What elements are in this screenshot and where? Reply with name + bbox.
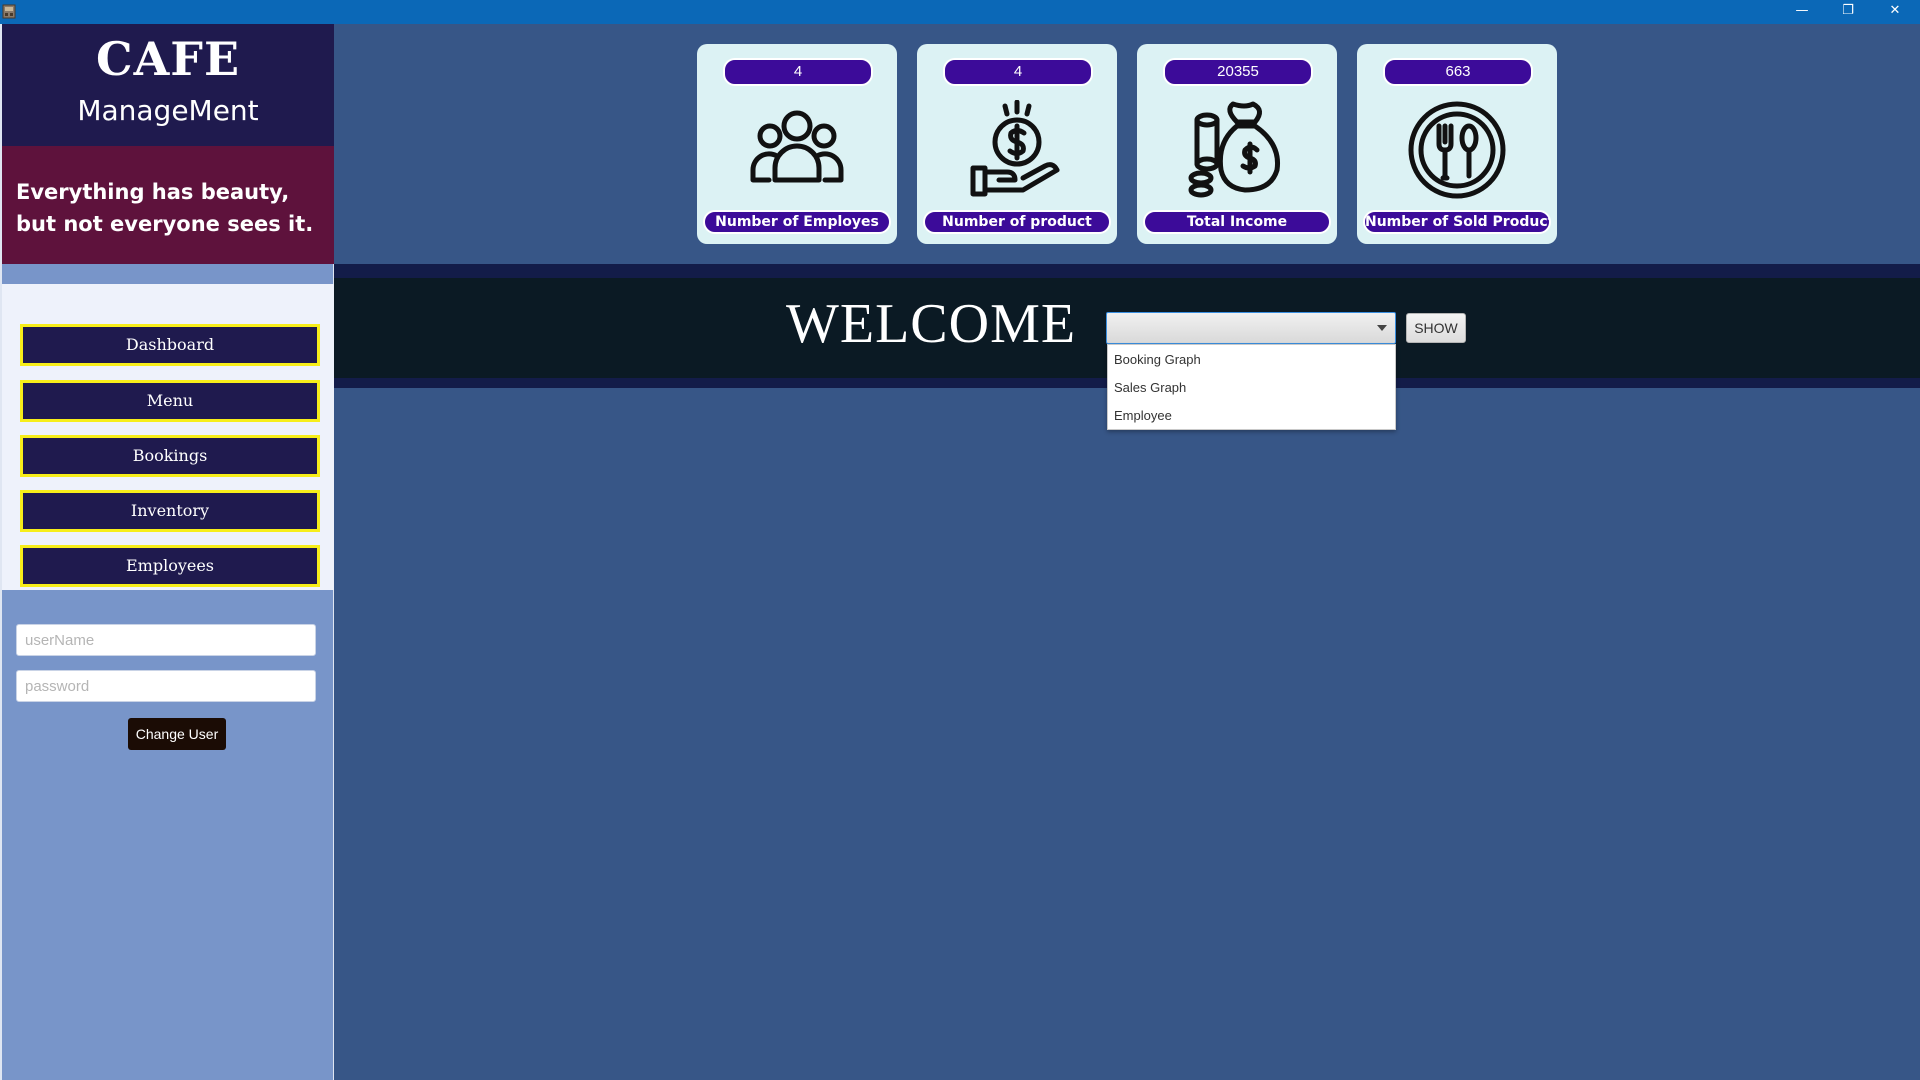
nav-area: Dashboard Menu Bookings Inventory Employ…	[2, 284, 334, 590]
nav-dashboard-button[interactable]: Dashboard	[20, 324, 320, 366]
nav-inventory-button[interactable]: Inventory	[20, 490, 320, 532]
chevron-down-icon	[1377, 325, 1387, 331]
stat-value: 4	[943, 58, 1093, 86]
welcome-heading: WELCOME	[786, 293, 1077, 355]
stat-label: Number of Sold Products	[1363, 210, 1551, 234]
nav-menu-button[interactable]: Menu	[20, 380, 320, 422]
dropdown-option-booking-graph[interactable]: Booking Graph	[1108, 346, 1395, 374]
money-bag-icon	[1188, 101, 1281, 198]
sidebar: CAFE ManageMent Everything has beauty, b…	[0, 24, 334, 1080]
plate-cutlery-icon	[1408, 101, 1506, 199]
quote-box: Everything has beauty, but not everyone …	[2, 146, 334, 264]
brand-title: CAFE	[95, 32, 241, 86]
dropdown-option-employee[interactable]: Employee	[1108, 402, 1395, 430]
people-icon	[750, 110, 844, 183]
nav-bookings-button[interactable]: Bookings	[20, 435, 320, 477]
brand-header: CAFE ManageMent	[2, 24, 334, 146]
stat-card-employees: 4 Number of Employes	[697, 44, 897, 244]
app-icon	[2, 4, 16, 19]
graph-select[interactable]	[1106, 312, 1396, 344]
welcome-stripe-top	[334, 264, 1920, 278]
nav-employees-button[interactable]: Employees	[20, 545, 320, 587]
graph-select-dropdown: Booking Graph Sales Graph Employee	[1107, 344, 1396, 430]
stat-card-sold-products: 663 Number of Sold Products	[1357, 44, 1557, 244]
stat-label: Number of product	[923, 210, 1111, 234]
password-input[interactable]	[16, 670, 316, 702]
minimize-icon[interactable]: —	[1779, 0, 1825, 22]
change-user-button[interactable]: Change User	[128, 718, 226, 750]
close-icon[interactable]: ✕	[1872, 0, 1918, 22]
restore-icon[interactable]: ❐	[1825, 0, 1871, 22]
hand-coin-icon	[970, 100, 1060, 197]
dropdown-option-sales-graph[interactable]: Sales Graph	[1108, 374, 1395, 402]
stat-card-products: 4 Number of product	[917, 44, 1117, 244]
stat-label: Number of Employes	[703, 210, 891, 234]
quote-text: Everything has beauty, but not everyone …	[16, 180, 314, 236]
stat-value: 20355	[1163, 58, 1313, 86]
stat-card-income: 20355 Total Income	[1137, 44, 1337, 244]
stat-value: 4	[723, 58, 873, 86]
window-titlebar: — ❐ ✕	[0, 0, 1920, 24]
stat-label: Total Income	[1143, 210, 1331, 234]
stat-value: 663	[1383, 58, 1533, 86]
username-input[interactable]	[16, 624, 316, 656]
brand-subtitle: ManageMent	[77, 94, 259, 127]
show-button[interactable]: SHOW	[1406, 313, 1466, 343]
